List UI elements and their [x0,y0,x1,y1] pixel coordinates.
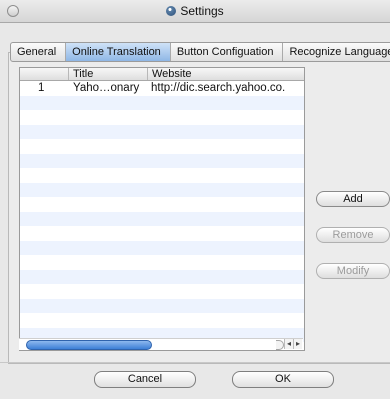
settings-globe-icon [166,6,177,16]
table-body: 1 Yaho…onary http://dic.search.yahoo.co. [20,81,304,350]
scroll-right-arrow-icon[interactable]: ▸ [293,339,302,349]
table-row-empty[interactable] [20,226,304,241]
tab-online-translation[interactable]: Online Translation [66,43,171,61]
row-website: http://dic.search.yahoo.co. [151,82,286,94]
scroll-left-arrow-icon[interactable]: ◂ [284,339,293,349]
table-row-empty[interactable] [20,110,304,125]
window-title-group: Settings [0,4,390,18]
window-title: Settings [180,4,224,18]
table-row-empty[interactable] [20,168,304,183]
table-row-empty[interactable] [20,124,304,139]
table-row-empty[interactable] [20,197,304,212]
table-row-empty[interactable] [20,139,304,154]
horizontal-scrollbar[interactable]: ◂ ▸ [19,338,303,350]
add-button[interactable]: Add [316,191,390,207]
footer-divider [0,362,390,363]
table-row-empty[interactable] [20,255,304,270]
tab-button-configuation[interactable]: Button Configuation [171,43,284,61]
modify-button[interactable]: Modify [316,263,390,279]
translation-sites-table[interactable]: Title Website 1 Yaho…onary http://dic.se… [19,67,305,351]
scrollbar-thumb[interactable] [26,340,152,350]
remove-button[interactable]: Remove [316,227,390,243]
row-title: Yaho…onary [73,82,140,94]
table-row-empty[interactable] [20,298,304,313]
table-row-empty[interactable] [20,182,304,197]
title-bar: Settings [0,0,390,23]
row-index: 1 [38,82,45,94]
column-header-website[interactable]: Website [147,68,304,80]
table-row[interactable]: 1 Yaho…onary http://dic.search.yahoo.co. [20,81,304,96]
table-row-empty[interactable] [20,240,304,255]
column-header-title[interactable]: Title [68,68,147,80]
table-row-empty[interactable] [20,95,304,110]
table-row-empty[interactable] [20,284,304,299]
column-header-index[interactable] [20,68,67,80]
table-row-empty[interactable] [20,211,304,226]
cancel-button[interactable]: Cancel [94,371,196,388]
tab-general[interactable]: General [11,43,67,61]
table-row-empty[interactable] [20,313,304,328]
tab-recognize-language[interactable]: Recognize Language [283,43,390,61]
table-row-empty[interactable] [20,153,304,168]
scrollbar-track-end [276,340,284,350]
ok-button[interactable]: OK [232,371,334,388]
table-row-empty[interactable] [20,269,304,284]
table-header: Title Website [20,68,304,81]
tab-bar: General Online Translation Button Config… [10,42,390,62]
